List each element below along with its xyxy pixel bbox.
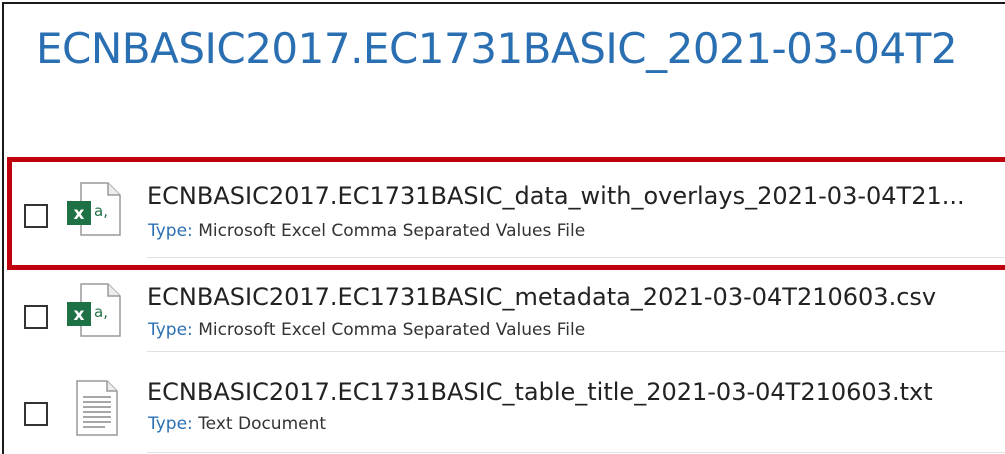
folder-title: ECNBASIC2017.EC1731BASIC_2021-03-04T2 [36,24,958,73]
excel-csv-icon: x a, [67,283,121,337]
text-document-icon [76,380,118,436]
file-type: Type: Microsoft Excel Comma Separated Va… [148,223,585,240]
file-row[interactable]: x a, ECNBASIC2017.EC1731BASIC_data_with_… [0,160,1005,258]
file-type: Type: Text Document [148,416,326,433]
file-checkbox[interactable] [24,305,48,329]
file-type-value: Text Document [198,414,327,434]
excel-csv-icon: x a, [67,182,121,236]
file-row[interactable]: ECNBASIC2017.EC1731BASIC_table_title_202… [0,358,1005,453]
svg-text:x: x [74,305,85,325]
file-type-label: Type: [148,320,193,340]
file-name[interactable]: ECNBASIC2017.EC1731BASIC_metadata_2021-0… [147,285,936,309]
svg-text:x: x [74,204,85,224]
svg-text:a,: a, [94,303,108,321]
file-type: Type: Microsoft Excel Comma Separated Va… [148,322,585,339]
file-name[interactable]: ECNBASIC2017.EC1731BASIC_table_title_202… [147,380,933,404]
file-type-label: Type: [148,414,193,434]
row-divider [147,452,1005,453]
file-checkbox[interactable] [24,204,48,228]
row-divider [147,351,1005,352]
file-type-value: Microsoft Excel Comma Separated Values F… [198,221,586,241]
file-type-value: Microsoft Excel Comma Separated Values F… [198,320,586,340]
file-name[interactable]: ECNBASIC2017.EC1731BASIC_data_with_overl… [147,184,965,208]
file-type-label: Type: [148,221,193,241]
svg-text:a,: a, [94,202,108,220]
file-checkbox[interactable] [24,402,48,426]
row-divider [147,257,1005,258]
file-row[interactable]: x a, ECNBASIC2017.EC1731BASIC_metadata_2… [0,263,1005,352]
